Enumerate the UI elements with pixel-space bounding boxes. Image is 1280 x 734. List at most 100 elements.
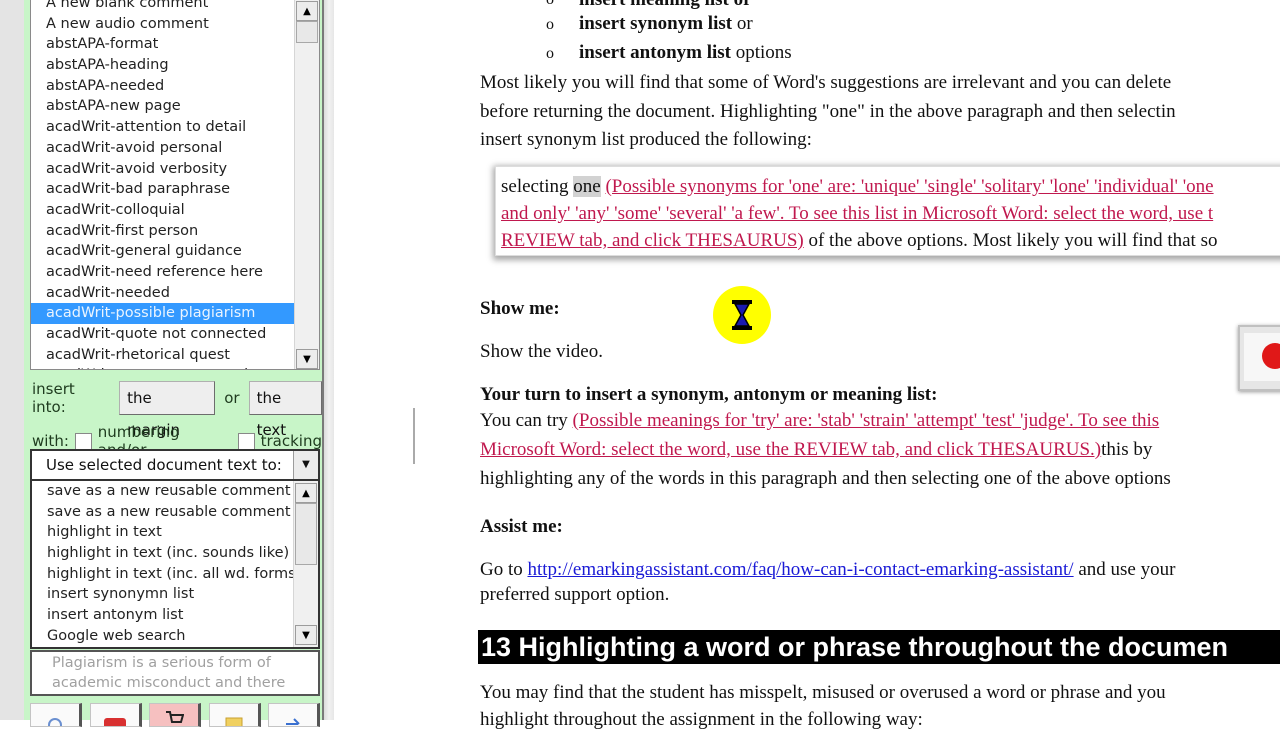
bullet-rest-text: or <box>732 13 753 34</box>
cart-button[interactable] <box>149 703 201 727</box>
example-callout: selecting one (Possible synonyms for 'on… <box>495 166 1280 256</box>
show-me-heading: Show me: <box>480 298 560 319</box>
search-icon <box>48 718 62 726</box>
callout-suffix: of the above options. Most likely you wi… <box>803 230 1218 251</box>
list-item[interactable]: acadWrit-use more expression <box>31 365 295 369</box>
paragraph-line: Most likely you will find that some of W… <box>480 72 1172 93</box>
show-video-text: Show the video. <box>480 341 603 362</box>
up-arrow-icon: ▲ <box>302 487 310 499</box>
bullet-bold-text: insert synonym list <box>579 13 733 34</box>
list-item[interactable]: acadWrit-colloquial <box>31 200 295 221</box>
video-button[interactable] <box>89 703 142 727</box>
list-item[interactable]: highlight in text (inc. sounds like) <box>32 543 294 564</box>
list-item[interactable]: acadWrit-needed <box>31 283 295 304</box>
tracking-label: tracking <box>260 432 322 450</box>
list-item[interactable]: insert antonym list <box>32 605 294 626</box>
scroll-thumb[interactable] <box>296 21 318 43</box>
list-item[interactable]: save as a new reusable comment <box>32 502 294 523</box>
arrow-icon <box>286 718 300 725</box>
list-item[interactable]: A new blank comment <box>31 0 295 14</box>
callout-line-3: REVIEW tab, and click THESAURUS) of the … <box>501 227 1280 254</box>
comment-list-items: A new blank comment A new audio comment ab… <box>31 0 295 369</box>
or-label: or <box>224 389 240 407</box>
list-item[interactable]: acadWrit-quote not connected <box>31 324 295 345</box>
selected-text-dropdown[interactable]: Use selected document text to: ▼ <box>30 449 320 481</box>
sidebar-splitter[interactable] <box>324 0 334 720</box>
dropdown-value: Use selected document text to: <box>46 456 282 474</box>
list-item[interactable]: acadWrit-avoid personal <box>31 138 295 159</box>
up-arrow-icon: ▲ <box>303 5 311 17</box>
search-button[interactable] <box>30 703 82 727</box>
list-item[interactable]: acadWrit-need reference here <box>31 262 295 283</box>
list-item[interactable]: acadWrit-possible plagiarism <box>31 303 295 324</box>
emarking-sidebar: A new blank comment A new audio comment ab… <box>24 0 324 727</box>
your-turn-heading: Your turn to insert a synonym, antonym o… <box>480 384 938 405</box>
numbering-checkbox[interactable] <box>74 432 92 450</box>
synonym-reference: REVIEW tab, and click THESAURUS) <box>501 230 804 251</box>
next-button[interactable] <box>268 703 320 727</box>
insert-margin-button[interactable]: the margin <box>119 381 216 439</box>
list-item[interactable]: abstAPA-heading <box>31 55 295 76</box>
video-thumbnail[interactable] <box>1238 325 1280 391</box>
with-label: with: <box>32 432 69 450</box>
scroll-up-button[interactable]: ▲ <box>296 1 318 21</box>
list-item[interactable]: acadWrit-avoid verbosity <box>31 159 295 180</box>
list-item[interactable]: abstAPA-needed <box>31 76 295 97</box>
section13-line-1: You may find that the student has misspe… <box>480 682 1166 703</box>
list-item[interactable]: acadWrit-bad paraphrase <box>31 179 295 200</box>
synonym-reference: (Possible synonyms for 'one' are: 'uniqu… <box>605 176 1214 197</box>
action-list-items: save as a new reusable comment save as a … <box>32 481 296 647</box>
list-item[interactable]: save as a new reusable comment <box>32 481 294 502</box>
assist-line-2: preferred support option. <box>480 584 670 605</box>
youtube-icon <box>103 718 126 726</box>
list-item[interactable]: highlight in text <box>32 522 294 543</box>
list-item[interactable]: highlight in text (inc. all wd. forms <box>32 564 296 585</box>
comment-list-scrollbar[interactable]: ▲ ▼ <box>294 0 319 369</box>
list-item[interactable]: Google web search <box>32 626 294 647</box>
action-listbox[interactable]: save as a new reusable comment save as a … <box>30 481 320 649</box>
paragraph-line: insert synonym list produced the followi… <box>480 129 812 150</box>
list-item[interactable]: acadWrit-first person <box>31 221 295 242</box>
comment-preview[interactable]: Plagiarism is a serious form of academic… <box>30 650 320 696</box>
highlighted-word: one <box>573 176 601 197</box>
cart-icon <box>166 711 184 723</box>
callout-prefix: selecting <box>501 176 574 197</box>
list-item[interactable]: acadWrit-attention to detail <box>31 117 295 138</box>
sidebar-toolbar <box>30 703 320 727</box>
list-item[interactable]: acadWrit-rhetorical quest <box>31 345 295 366</box>
dropdown-arrow-icon[interactable]: ▼ <box>293 451 318 479</box>
your-turn-prefix: You can try <box>480 410 573 431</box>
comment-listbox[interactable]: A new blank comment A new audio comment ab… <box>30 0 320 370</box>
meaning-reference: Microsoft Word: select the word, use the… <box>480 439 1102 460</box>
support-link[interactable]: http://emarkingassistant.com/faq/how-can… <box>528 559 1074 580</box>
scroll-down-button[interactable]: ▼ <box>295 625 317 645</box>
tracking-checkbox[interactable] <box>237 432 255 450</box>
scroll-up-button[interactable]: ▲ <box>295 483 317 503</box>
assist-prefix: Go to <box>480 559 528 580</box>
bullet-bold-text: insert antonym list <box>579 42 731 63</box>
list-item[interactable]: insert synonymn list <box>32 584 294 605</box>
hourglass-icon <box>732 300 752 330</box>
insert-text-button[interactable]: the text <box>248 381 322 439</box>
bullet-icon: o <box>546 16 554 33</box>
section-13-heading: 13 Highlighting a word or phrase through… <box>478 630 1280 664</box>
assist-me-heading: Assist me: <box>480 516 563 537</box>
preview-line-1: Plagiarism is a serious form of <box>52 655 271 671</box>
insert-into-label: insert into: <box>32 380 75 416</box>
your-turn-line-1: You can try (Possible meanings for 'try'… <box>480 406 1159 435</box>
list-item[interactable]: abstAPA-new page <box>31 96 295 117</box>
down-arrow-icon: ▼ <box>302 629 310 641</box>
list-item[interactable]: abstAPA-format <box>31 34 295 55</box>
list-item[interactable]: A new audio comment <box>31 14 295 35</box>
scroll-thumb[interactable] <box>295 503 317 565</box>
bullet-synonym-list: insert synonym list or <box>579 9 753 38</box>
scroll-down-button[interactable]: ▼ <box>296 349 318 369</box>
insert-into-row: insert into: the margin or the text <box>32 380 322 439</box>
window-background <box>0 0 24 720</box>
busy-cursor-highlight <box>713 286 771 344</box>
your-turn-line-3: highlighting any of the words in this pa… <box>480 468 1171 489</box>
your-turn-suffix: this by <box>1101 439 1153 460</box>
action-list-scrollbar[interactable]: ▲ ▼ <box>293 481 318 647</box>
note-button[interactable] <box>208 703 261 727</box>
list-item[interactable]: acadWrit-general guidance <box>31 241 295 262</box>
